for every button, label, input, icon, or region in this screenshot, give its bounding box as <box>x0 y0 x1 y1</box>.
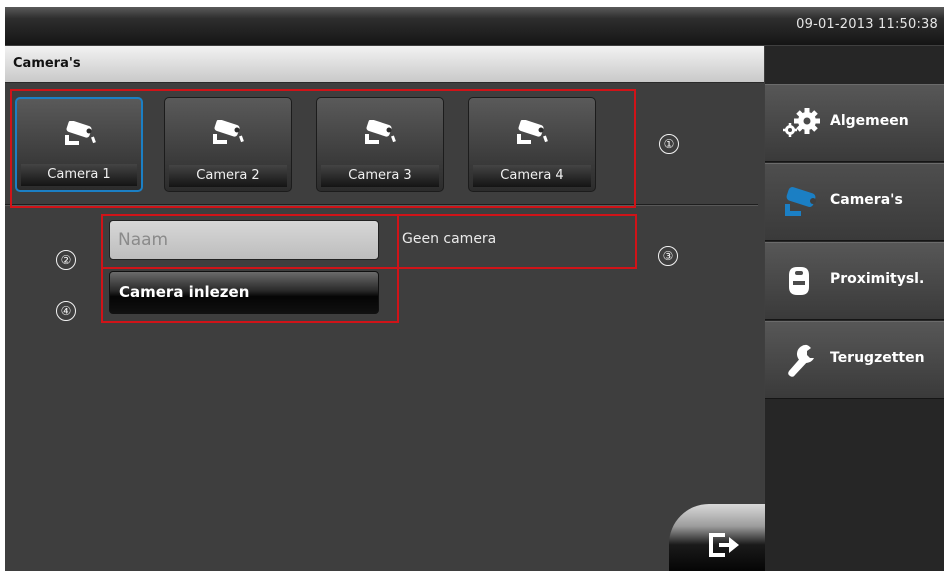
camera-name-input[interactable] <box>109 220 379 260</box>
camera-status-text: Geen camera <box>402 231 497 247</box>
annotation-number-3: ③ <box>658 246 678 266</box>
sidebar-item-label: Terugzetten <box>830 350 925 366</box>
title-bar: Camera's <box>5 46 764 83</box>
annotation-number-4: ④ <box>56 301 76 321</box>
sidebar-item-general[interactable]: Algemeen <box>765 84 944 162</box>
sidebar: Algemeen Camera's Proximitysl. Terugzett… <box>765 46 944 571</box>
sidebar-item-label: Proximitysl. <box>830 271 925 287</box>
main-panel: Camera 1 Camera 2 Camera 3 Camera 4 ① ② … <box>5 83 764 571</box>
annotation-number-2: ② <box>56 250 76 270</box>
proximity-tag-icon <box>789 267 809 295</box>
sidebar-item-cameras[interactable]: Camera's <box>765 163 944 241</box>
annotation-box-1 <box>10 89 636 208</box>
annotation-number-1: ① <box>659 134 679 154</box>
sidebar-item-proximity[interactable]: Proximitysl. <box>765 242 944 320</box>
datetime-display: 09-01-2013 11:50:38 <box>796 17 938 32</box>
read-camera-button[interactable]: Camera inlezen <box>109 271 379 314</box>
sidebar-item-label: Algemeen <box>830 113 909 129</box>
camera-icon <box>785 187 816 216</box>
wrench-icon <box>788 344 814 377</box>
exit-arrow-icon <box>709 533 739 557</box>
sidebar-item-reset[interactable]: Terugzetten <box>765 321 944 399</box>
app-screen: 09-01-2013 11:50:38 Camera's Camera 1 Ca… <box>5 7 944 571</box>
page-title: Camera's <box>13 56 81 71</box>
status-bar: 09-01-2013 11:50:38 <box>5 7 944 45</box>
gear-icon <box>783 108 820 137</box>
exit-button[interactable] <box>669 504 769 571</box>
sidebar-item-label: Camera's <box>830 192 903 208</box>
